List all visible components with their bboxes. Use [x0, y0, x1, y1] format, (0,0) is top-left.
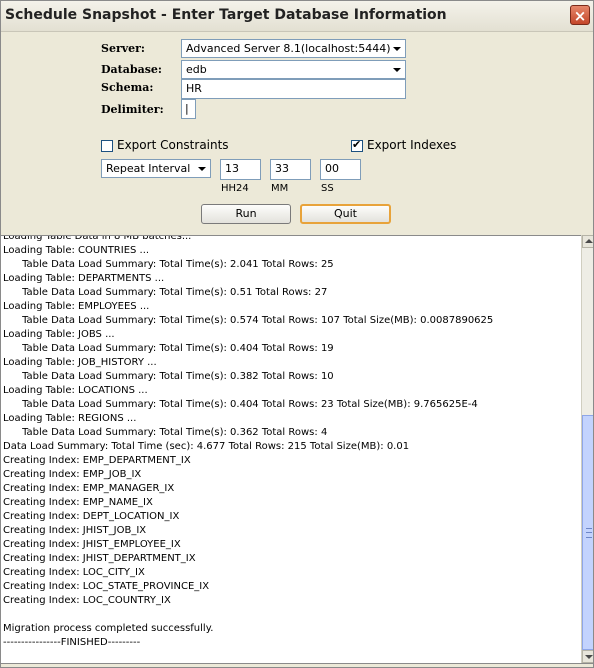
log-line: Creating Index: EMP_JOB_IX [3, 469, 142, 480]
run-button[interactable]: Run [201, 204, 291, 224]
interval-value: Repeat Interval [106, 162, 191, 175]
scrollbar-thumb[interactable] [582, 415, 593, 650]
log-line: Loading Table Data in 8 MB batches... [3, 235, 192, 242]
log-line: Data Load Summary: Total Time (sec): 4.6… [3, 441, 410, 452]
log-line: Loading Table: LOCATIONS ... [3, 385, 148, 396]
export-constraints-checkbox[interactable] [101, 140, 113, 152]
window-title: Schedule Snapshot - Enter Target Databas… [5, 7, 447, 23]
log-lines: Loading Table Data in 8 MB batches... Loa… [3, 235, 494, 650]
title-bar[interactable]: Schedule Snapshot - Enter Target Databas… [1, 1, 593, 32]
window-bottom-edge [1, 663, 593, 667]
log-line: Creating Index: LOC_COUNTRY_IX [3, 595, 171, 606]
delimiter-label: Delimiter: [101, 103, 164, 116]
chevron-down-icon[interactable] [389, 62, 404, 77]
second-input[interactable]: 00 [320, 159, 361, 180]
log-output[interactable]: Loading Table Data in 8 MB batches... Loa… [1, 235, 581, 664]
database-select[interactable]: edb [181, 60, 406, 79]
minute-input[interactable]: 33 [270, 159, 311, 180]
log-line: Table Data Load Summary: Total Time(s): … [3, 427, 328, 438]
second-unit-label: SS [321, 183, 334, 194]
log-line: Creating Index: EMP_MANAGER_IX [3, 483, 175, 494]
schema-input[interactable]: HR [181, 79, 406, 99]
log-line: Loading Table: COUNTRIES ... [3, 245, 150, 256]
log-line: Creating Index: JHIST_JOB_IX [3, 525, 147, 536]
database-value: edb [186, 63, 207, 76]
log-line: Loading Table: REGIONS ... [3, 413, 137, 424]
log-line: Table Data Load Summary: Total Time(s): … [3, 287, 328, 298]
export-constraints-label: Export Constraints [117, 138, 229, 152]
log-line: Loading Table: JOB_HISTORY ... [3, 357, 157, 368]
server-select[interactable]: Advanced Server 8.1(localhost:5444) [181, 39, 406, 58]
log-line: Creating Index: EMP_DEPARTMENT_IX [3, 455, 191, 466]
log-line: Loading Table: EMPLOYEES ... [3, 301, 150, 312]
server-label: Server: [101, 42, 145, 55]
log-scrollbar[interactable] [581, 235, 593, 663]
export-indexes-label: Export Indexes [367, 138, 457, 152]
delimiter-input[interactable]: | [181, 99, 196, 119]
log-line: Creating Index: LOC_CITY_IX [3, 567, 145, 578]
log-line: Migration process completed successfully… [3, 623, 214, 634]
schedule-snapshot-window: Schedule Snapshot - Enter Target Databas… [0, 0, 594, 668]
log-line: Table Data Load Summary: Total Time(s): … [3, 315, 494, 326]
minute-unit-label: MM [271, 183, 289, 194]
chevron-down-icon[interactable] [194, 161, 209, 176]
chevron-down-icon[interactable] [389, 41, 404, 56]
log-line: Creating Index: DEPT_LOCATION_IX [3, 511, 180, 522]
database-label: Database: [101, 63, 162, 76]
interval-select[interactable]: Repeat Interval [101, 159, 211, 178]
grip-icon [586, 528, 592, 538]
log-line: Creating Index: LOC_STATE_PROVINCE_IX [3, 581, 210, 592]
hour-input[interactable]: 13 [220, 159, 261, 180]
log-line: Table Data Load Summary: Total Time(s): … [3, 343, 334, 354]
server-value: Advanced Server 8.1(localhost:5444) [186, 42, 391, 55]
scroll-up-icon[interactable] [582, 235, 593, 248]
log-line: Loading Table: JOBS ... [3, 329, 115, 340]
schema-label: Schema: [101, 81, 154, 94]
log-line: Creating Index: EMP_NAME_IX [3, 497, 153, 508]
log-line: Table Data Load Summary: Total Time(s): … [3, 259, 334, 270]
export-indexes-checkbox[interactable] [351, 138, 363, 152]
log-line: Table Data Load Summary: Total Time(s): … [3, 371, 334, 382]
log-line: Table Data Load Summary: Total Time(s): … [3, 399, 478, 410]
hour-unit-label: HH24 [221, 183, 249, 194]
close-icon[interactable]: × [570, 5, 590, 25]
log-line: Loading Table: DEPARTMENTS ... [3, 273, 165, 284]
log-line: ----------------FINISHED--------- [3, 637, 141, 648]
scroll-down-icon[interactable] [582, 650, 593, 663]
log-line: Creating Index: JHIST_EMPLOYEE_IX [3, 539, 181, 550]
quit-button[interactable]: Quit [300, 204, 391, 224]
log-line: Creating Index: JHIST_DEPARTMENT_IX [3, 553, 196, 564]
